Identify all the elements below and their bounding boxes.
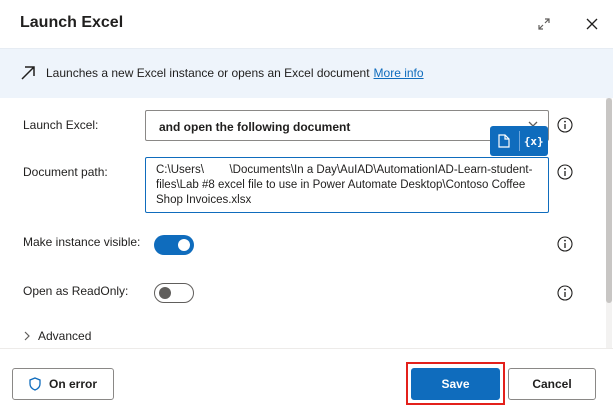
launch-excel-value: and open the following document xyxy=(159,120,351,134)
on-error-button[interactable]: On error xyxy=(12,368,114,400)
dialog-footer: On error Save Cancel xyxy=(0,348,613,416)
make-visible-label: Make instance visible: xyxy=(23,235,141,249)
expand-button[interactable] xyxy=(530,10,558,38)
toggle-knob xyxy=(159,287,171,299)
close-icon xyxy=(586,18,598,30)
read-only-toggle[interactable] xyxy=(154,283,194,303)
more-info-link[interactable]: More info xyxy=(374,66,424,80)
advanced-label: Advanced xyxy=(38,329,92,343)
dialog-titlebar: Launch Excel xyxy=(0,0,613,48)
scrollbar[interactable] xyxy=(606,98,612,348)
scrollbar-thumb[interactable] xyxy=(606,98,612,303)
dialog-title: Launch Excel xyxy=(20,14,124,31)
shield-icon xyxy=(29,377,41,391)
launch-excel-dropdown[interactable]: and open the following document xyxy=(145,110,549,141)
chevron-right-icon xyxy=(24,331,30,341)
info-icon[interactable] xyxy=(557,236,573,252)
banner-text: Launches a new Excel instance or opens a… xyxy=(46,66,424,80)
description-banner: Launches a new Excel instance or opens a… xyxy=(0,48,613,98)
document-path-label: Document path: xyxy=(23,165,108,179)
insert-variable-button[interactable]: {x} xyxy=(520,126,549,156)
read-only-label: Open as ReadOnly: xyxy=(23,284,129,298)
variable-icon: {x} xyxy=(523,134,544,148)
arrow-up-right-icon xyxy=(21,66,35,80)
make-visible-toggle[interactable] xyxy=(154,235,194,255)
cancel-button[interactable]: Cancel xyxy=(508,368,596,400)
info-icon[interactable] xyxy=(557,164,573,180)
advanced-section-toggle[interactable]: Advanced xyxy=(23,329,91,343)
document-path-actions: {x} xyxy=(490,126,548,156)
select-file-button[interactable] xyxy=(490,126,519,156)
info-icon[interactable] xyxy=(557,285,573,301)
document-path-input[interactable]: C:\Users\ \Documents\In a Day\AuIAD\Auto… xyxy=(145,157,549,213)
toggle-knob xyxy=(178,239,190,251)
close-button[interactable] xyxy=(578,10,606,38)
banner-description: Launches a new Excel instance or opens a… xyxy=(46,66,370,80)
expand-icon xyxy=(538,18,550,30)
save-button[interactable]: Save xyxy=(411,368,500,400)
file-icon xyxy=(498,134,510,148)
on-error-label: On error xyxy=(48,377,97,391)
launch-excel-label: Launch Excel: xyxy=(23,118,99,132)
info-icon[interactable] xyxy=(557,117,573,133)
